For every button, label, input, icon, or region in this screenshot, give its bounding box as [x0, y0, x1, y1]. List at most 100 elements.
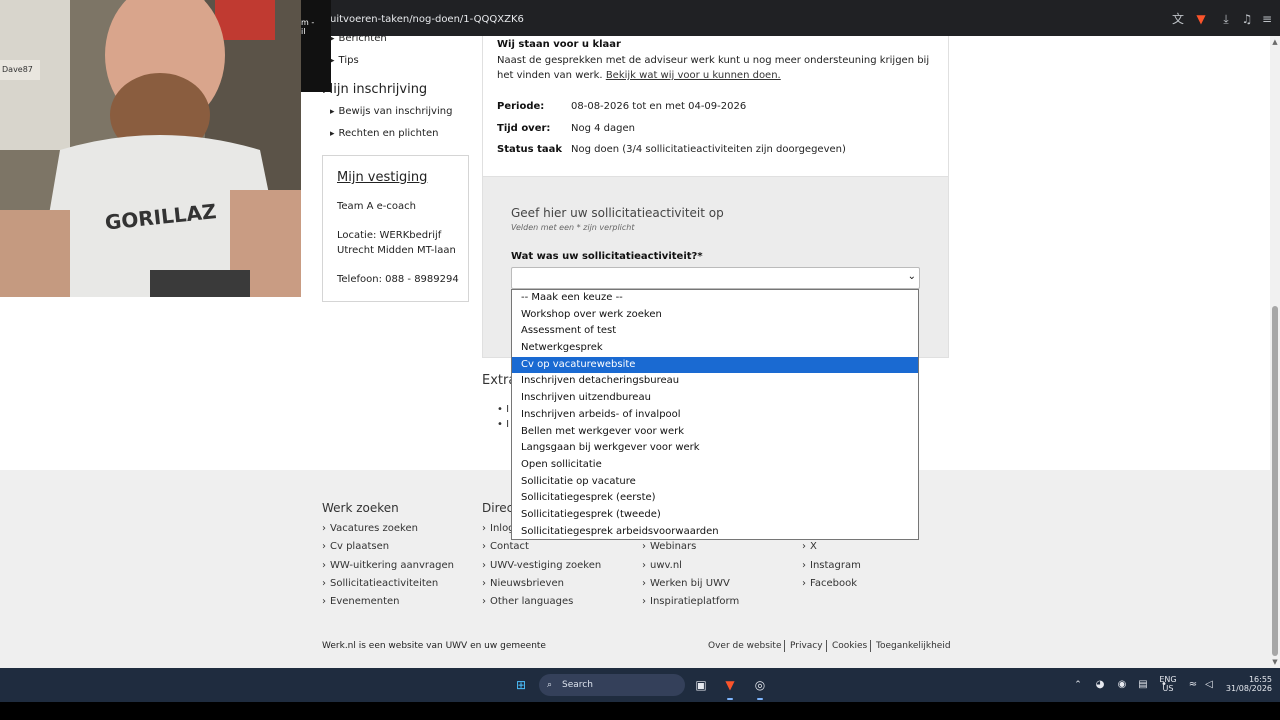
dropdown-option[interactable]: Open sollicitatie [512, 457, 918, 474]
dropdown-option[interactable]: Sollicitatie op vacature [512, 474, 918, 491]
nav-link-bewijs[interactable]: Bewijs van inschrijving [330, 106, 453, 117]
screen: uitvoeren-taken/nog-doen/1-QQQXZK6 文 ▼ ⤓… [0, 0, 1280, 720]
brave-shields-icon[interactable]: ▼ [1193, 11, 1209, 27]
dropdown-option[interactable]: Sollicitatiegesprek (tweede) [512, 507, 918, 524]
chevron-down-icon: ⌄ [907, 271, 916, 282]
footer-link-uwv[interactable]: uwv.nl [642, 560, 682, 571]
task-info-box: Wij staan voor u klaar Naast de gesprekk… [482, 36, 949, 176]
sticker-label: Dave87 [2, 65, 33, 74]
footer-link-evenementen[interactable]: Evenementen [322, 596, 400, 607]
footer-divider [826, 640, 827, 652]
running-indicator [757, 698, 763, 700]
task-view-icon[interactable]: ▣ [691, 675, 711, 695]
taskbar-search-label: Search [562, 680, 593, 690]
footer-link-nieuwsbrieven[interactable]: Nieuwsbrieven [482, 578, 564, 589]
activity-select[interactable]: ⌄ [511, 267, 920, 289]
footer-link-cv[interactable]: Cv plaatsen [322, 541, 389, 552]
info-title: Wij staan voor u klaar [497, 39, 621, 50]
footer-link-inlog[interactable]: Inlog [482, 523, 515, 534]
nav-link-berichten[interactable]: Berichten [330, 36, 387, 44]
windows-taskbar: ⊞ ⌕ Search ▣ ▼ ◎ ⌃ ◕ ◉ ▤ • ENG US ≈ ◁ 16… [0, 668, 1280, 702]
windows-start-icon[interactable]: ⊞ [511, 675, 531, 695]
footer-link-instagram[interactable]: Instagram [802, 560, 861, 571]
tijd-label: Tijd over: [497, 123, 551, 134]
footer-link-sollicitatie[interactable]: Sollicitatieactiviteiten [322, 578, 438, 589]
periode-value: 08-08-2026 tot en met 04-09-2026 [571, 101, 747, 112]
footer-link-contact[interactable]: Contact [482, 541, 529, 552]
search-icon: ⌕ [547, 680, 553, 690]
footer-divider [870, 640, 871, 652]
footer-link-toegankelijkheid[interactable]: Toegankelijkheid [876, 641, 951, 651]
scroll-thumb[interactable] [1272, 306, 1278, 656]
dropdown-option[interactable]: Inschrijven detacheringsbureau [512, 373, 918, 390]
vestiging-location: Locatie: WERKbedrijf [337, 230, 442, 241]
tray-app-icon[interactable]: ▤ [1133, 675, 1153, 695]
footer-link-x[interactable]: X [802, 541, 817, 552]
webcam-image: GORILLAZ Dave87 [0, 0, 301, 297]
dropdown-option[interactable]: Langsgaan bij werkgever voor werk [512, 440, 918, 457]
address-bar[interactable]: uitvoeren-taken/nog-doen/1-QQQXZK6 [300, 9, 1280, 31]
footer-link-inspiratie[interactable]: Inspiratieplatform [642, 596, 739, 607]
screen-bottom-border [0, 702, 1280, 720]
footer-tagline: Werk.nl is een website van UWV en uw gem… [322, 641, 546, 651]
footer-divider [784, 640, 785, 652]
vestiging-location-line2: Utrecht Midden MT-laan [337, 245, 456, 256]
footer-link-vacatures[interactable]: Vacatures zoeken [322, 523, 418, 534]
nav-link-rechten[interactable]: Rechten en plichten [330, 128, 439, 139]
tray-app-icon[interactable]: ◉ [1112, 675, 1132, 695]
form-required-note: Velden met een * zijn verplicht [511, 223, 635, 232]
info-link[interactable]: Bekijk wat wij voor u kunnen doen. [606, 70, 781, 81]
scroll-down-icon[interactable]: ▼ [1271, 658, 1279, 666]
dropdown-option[interactable]: Sollicitatiegesprek (eerste) [512, 490, 918, 507]
footer-link-facebook[interactable]: Facebook [802, 578, 857, 589]
periode-label: Periode: [497, 101, 545, 112]
dropdown-option[interactable]: Inschrijven uitzendbureau [512, 390, 918, 407]
vestiging-phone: Telefoon: 088 - 8989294 [337, 274, 459, 285]
extra-link-1[interactable]: • I [497, 404, 509, 415]
footer-link-cookies[interactable]: Cookies [832, 641, 867, 651]
language-indicator[interactable]: ENG US [1155, 675, 1181, 693]
brave-browser-icon[interactable]: ▼ [720, 675, 740, 695]
dropdown-option[interactable]: Bellen met werkgever voor werk [512, 424, 918, 441]
running-indicator [727, 698, 733, 700]
browser-tab-fragment: m - il [301, 0, 331, 92]
dropdown-option[interactable]: Assessment of test [512, 323, 918, 340]
footer-link-over[interactable]: Over de website [708, 641, 782, 651]
obs-icon[interactable]: ◎ [750, 675, 770, 695]
info-text: Naast de gesprekken met de adviseur werk… [497, 53, 937, 83]
dropdown-option[interactable]: Cv op vacaturewebsite [512, 356, 918, 374]
vestiging-title-link[interactable]: Mijn vestiging [337, 170, 427, 185]
footer-col1-title: Werk zoeken [322, 501, 399, 515]
activity-field-label: Wat was uw sollicitatieactiviteit?* [511, 251, 703, 262]
taskbar-search[interactable]: ⌕ Search [539, 674, 685, 696]
footer-link-vestiging[interactable]: UWV-vestiging zoeken [482, 560, 601, 571]
footer-link-privacy[interactable]: Privacy [790, 641, 823, 651]
page-scrollbar[interactable]: ▲ ▼ [1270, 36, 1280, 668]
dropdown-option[interactable]: Inschrijven arbeids- of invalpool [512, 407, 918, 424]
extra-link-2[interactable]: • I [497, 419, 509, 430]
footer-link-ww[interactable]: WW-uitkering aanvragen [322, 560, 454, 571]
vestiging-team: Team A e-coach [337, 201, 416, 212]
footer-link-werken[interactable]: Werken bij UWV [642, 578, 730, 589]
webcam-overlay: GORILLAZ Dave87 [0, 0, 301, 297]
download-icon[interactable]: ⤓ [1218, 11, 1234, 27]
nav-link-tips[interactable]: Tips [330, 55, 359, 66]
discord-icon[interactable]: ◕ [1090, 675, 1110, 695]
menu-icon[interactable]: ≡ [1259, 11, 1275, 27]
dropdown-option[interactable]: Netwerkgesprek [512, 340, 918, 357]
dropdown-option[interactable]: Workshop over werk zoeken [512, 307, 918, 324]
status-label: Status taak [497, 144, 562, 155]
tray-overflow-icon[interactable]: ⌃ [1068, 675, 1088, 695]
activity-dropdown-list[interactable]: -- Maak een keuze -- Workshop over werk z… [511, 289, 919, 540]
translate-icon[interactable]: 文 [1170, 11, 1186, 27]
section-heading-inschrijving: Mijn inschrijving [322, 82, 428, 97]
clock[interactable]: 16:55 31/08/2026 [1218, 675, 1272, 693]
dropdown-option[interactable]: -- Maak een keuze -- [512, 290, 918, 307]
dropdown-option[interactable]: Sollicitatiegesprek arbeidsvoorwaarden [512, 524, 918, 541]
tijd-value: Nog 4 dagen [571, 123, 635, 134]
media-icon[interactable]: ♫ [1239, 11, 1255, 27]
volume-icon[interactable]: ◁ [1199, 675, 1219, 695]
footer-link-languages[interactable]: Other languages [482, 596, 573, 607]
scroll-up-icon[interactable]: ▲ [1271, 38, 1279, 46]
footer-link-webinars[interactable]: Webinars [642, 541, 696, 552]
